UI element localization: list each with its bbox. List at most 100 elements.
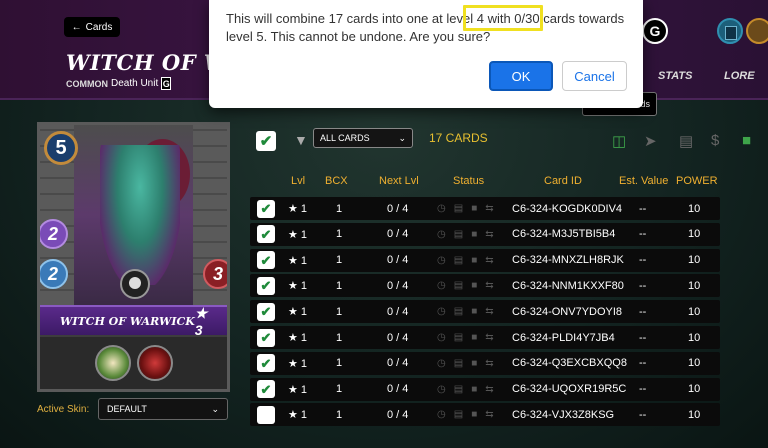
row-checkbox-cell: ✔ bbox=[257, 378, 275, 401]
row-status: ◷ ▤ ■ ⇆ bbox=[437, 378, 494, 401]
confirm-dialog: This will combine 17 cards into one at l… bbox=[209, 0, 643, 108]
lock-icon: ■ bbox=[471, 228, 478, 240]
row-checkbox[interactable]: ✔ bbox=[257, 380, 275, 399]
row-bcx: 1 bbox=[336, 254, 343, 267]
col-lvl: Lvl bbox=[291, 175, 306, 187]
row-level: ★ 1 bbox=[288, 332, 308, 344]
clock-icon: ◷ bbox=[437, 254, 446, 266]
table-row[interactable]: ✔ ★ 1 1 0 / 4 ◷ ▤ ■ ⇆ C6-324-KOGDK0DIV4 -- 10 bbox=[250, 197, 720, 220]
lock-icon: ■ bbox=[471, 203, 478, 214]
tab-lore[interactable]: LORE bbox=[724, 70, 755, 82]
row-est-value: -- bbox=[639, 331, 647, 344]
chevron-down-icon: ⌄ bbox=[211, 403, 219, 414]
dialog-message: This will combine 17 cards into one at l… bbox=[226, 11, 625, 44]
row-checkbox[interactable]: ✔ bbox=[257, 328, 275, 347]
ok-button[interactable]: OK bbox=[489, 61, 553, 91]
arrow-left-icon: ← bbox=[71, 21, 82, 33]
row-checkbox[interactable]: ✔ bbox=[257, 354, 275, 373]
table-row[interactable]: ✔ ★ 1 1 0 / 4 ◷ ▤ ■ ⇆ C6-324-VJX3Z8KSG -- 10 bbox=[250, 403, 720, 427]
cards-icon[interactable] bbox=[717, 18, 743, 44]
row-next-level: 0 / 4 bbox=[387, 408, 409, 421]
row-next-level: 0 / 4 bbox=[387, 279, 409, 292]
row-next-level: 0 / 4 bbox=[387, 228, 409, 241]
lock-icon: ■ bbox=[471, 306, 478, 318]
row-power: 10 bbox=[688, 408, 701, 421]
life-leech-icon[interactable] bbox=[136, 345, 173, 381]
row-level: ★ 1 bbox=[288, 280, 308, 293]
table-row[interactable]: ✔ ★ 1 1 0 / 4 ◷ ▤ ■ ⇆ C6-324-NNM1KXXF80 -- 10 bbox=[250, 274, 720, 298]
market-icon: ▤ bbox=[453, 332, 464, 343]
card-filter-select[interactable]: ALL CARDS ⌄ bbox=[313, 128, 413, 148]
back-to-cards-button[interactable]: ← Cards bbox=[64, 17, 120, 37]
table-row[interactable]: ✔ ★ 1 1 0 / 4 ◷ ▤ ■ ⇆ C6-324-Q3EXCBXQQ8 -- 10 bbox=[250, 351, 720, 375]
witch-figure bbox=[100, 145, 180, 285]
row-power: 10 bbox=[688, 383, 701, 396]
col-card-id: Card ID bbox=[544, 175, 582, 187]
abilities-panel bbox=[40, 337, 227, 389]
send-icon[interactable]: ➤ bbox=[644, 132, 657, 150]
transfer-icon: ⇆ bbox=[485, 306, 494, 318]
row-est-value: -- bbox=[639, 408, 647, 421]
chevron-down-icon: ⌄ bbox=[398, 132, 406, 143]
row-est-value: -- bbox=[639, 279, 647, 292]
row-checkbox[interactable]: ✔ bbox=[257, 405, 275, 424]
card-image: 5 2 2 3 WITCH OF WARWICK ★ 3 bbox=[37, 122, 230, 392]
table-row[interactable]: ✔ ★ 1 1 0 / 4 ◷ ▤ ■ ⇆ C6-324-M3J5TBI5B4 -- 10 bbox=[250, 222, 720, 246]
row-card-id: C6-324-VJX3Z8KSG bbox=[512, 408, 615, 421]
row-checkbox[interactable]: ✔ bbox=[257, 276, 275, 295]
select-all-checkbox[interactable]: ✔ bbox=[256, 131, 276, 151]
clock-icon: ◷ bbox=[437, 280, 446, 292]
row-checkbox[interactable]: ✔ bbox=[257, 199, 275, 218]
highlight-box bbox=[463, 5, 543, 31]
row-next-level: 0 / 4 bbox=[387, 357, 409, 370]
skin-value: DEFAULT bbox=[107, 404, 147, 414]
row-status: ◷ ▤ ■ ⇆ bbox=[437, 352, 494, 375]
row-checkbox[interactable]: ✔ bbox=[257, 225, 275, 244]
market-icon[interactable]: ▤ bbox=[679, 132, 693, 150]
chest-icon[interactable] bbox=[746, 18, 768, 44]
cards-count: 17 CARDS bbox=[429, 131, 488, 145]
table-row[interactable]: ✔ ★ 1 1 0 / 4 ◷ ▤ ■ ⇆ C6-324-PLDI4Y7JB4 -- 10 bbox=[250, 326, 720, 349]
row-est-value: -- bbox=[639, 228, 647, 241]
transfer-icon: ⇆ bbox=[485, 280, 494, 292]
market-icon: ▤ bbox=[453, 383, 464, 395]
row-checkbox-cell: ✔ bbox=[257, 300, 275, 323]
edition-logo-icon: G bbox=[161, 77, 172, 90]
transfer-icon: ⇆ bbox=[485, 409, 494, 421]
sell-icon[interactable]: $ bbox=[711, 132, 719, 149]
card-level: ★ 3 bbox=[194, 304, 208, 338]
table-row[interactable]: ✔ ★ 1 1 0 / 4 ◷ ▤ ■ ⇆ C6-324-ONV7YDOYI8 -- 10 bbox=[250, 300, 720, 324]
affliction-icon[interactable] bbox=[94, 345, 131, 381]
row-next-level: 0 / 4 bbox=[387, 331, 409, 344]
row-checkbox[interactable]: ✔ bbox=[257, 302, 275, 321]
row-checkbox-cell: ✔ bbox=[257, 326, 275, 349]
row-status: ◷ ▤ ■ ⇆ bbox=[437, 300, 494, 323]
cancel-button[interactable]: Cancel bbox=[562, 61, 627, 91]
row-level: ★ 1 bbox=[288, 203, 308, 215]
row-bcx: 1 bbox=[336, 228, 343, 241]
row-status: ◷ ▤ ■ ⇆ bbox=[437, 326, 494, 349]
row-power: 10 bbox=[688, 254, 701, 267]
card-type-label: Death Unit bbox=[111, 78, 159, 89]
row-est-value: -- bbox=[639, 202, 647, 215]
row-level: ★ 1 bbox=[288, 306, 308, 319]
lock-icon[interactable]: ■ bbox=[742, 132, 751, 149]
row-status: ◷ ▤ ■ ⇆ bbox=[437, 274, 494, 297]
col-next-lvl: Next Lvl bbox=[379, 175, 419, 187]
combine-icon[interactable]: ◫ bbox=[612, 132, 626, 150]
row-checkbox-cell: ✔ bbox=[257, 274, 275, 297]
row-next-level: 0 / 4 bbox=[387, 254, 409, 267]
active-skin-label: Active Skin: bbox=[37, 404, 90, 415]
row-checkbox-cell: ✔ bbox=[257, 223, 275, 246]
gladius-logo-icon[interactable]: G bbox=[642, 18, 668, 44]
lock-icon: ■ bbox=[471, 357, 478, 369]
table-header: Lvl BCX Next Lvl Status Card ID Est. Val… bbox=[250, 175, 720, 189]
tab-stats[interactable]: STATS bbox=[658, 70, 692, 82]
table-row[interactable]: ✔ ★ 1 1 0 / 4 ◷ ▤ ■ ⇆ C6-324-MNXZLH8RJK -- 10 bbox=[250, 248, 720, 272]
row-power: 10 bbox=[688, 228, 701, 241]
row-checkbox-cell: ✔ bbox=[257, 249, 275, 272]
skin-select[interactable]: DEFAULT ⌄ bbox=[98, 398, 228, 420]
row-bcx: 1 bbox=[336, 331, 343, 344]
row-checkbox[interactable]: ✔ bbox=[257, 251, 275, 270]
table-row[interactable]: ✔ ★ 1 1 0 / 4 ◷ ▤ ■ ⇆ C6-324-UQOXR19R5C -- 10 bbox=[250, 377, 720, 401]
